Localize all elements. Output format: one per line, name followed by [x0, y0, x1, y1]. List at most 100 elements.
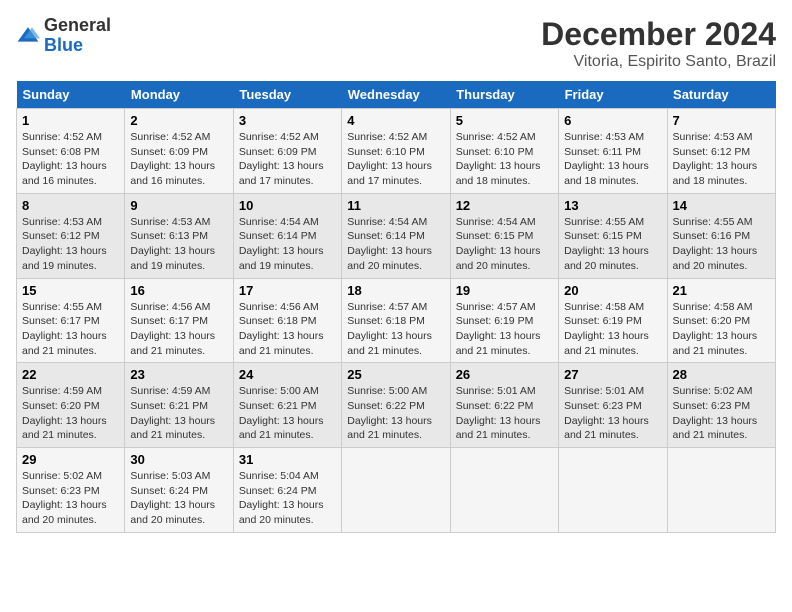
logo-icon: [16, 24, 40, 48]
table-row: 30 Sunrise: 5:03 AM Sunset: 6:24 PM Dayl…: [125, 448, 233, 533]
table-row: 6 Sunrise: 4:53 AM Sunset: 6:11 PM Dayli…: [559, 109, 667, 194]
day-number: 27: [564, 367, 661, 382]
day-info: Sunrise: 4:59 AM Sunset: 6:20 PM Dayligh…: [22, 385, 107, 441]
month-title: December 2024: [541, 16, 776, 53]
day-info: Sunrise: 5:04 AM Sunset: 6:24 PM Dayligh…: [239, 470, 324, 526]
day-info: Sunrise: 5:02 AM Sunset: 6:23 PM Dayligh…: [22, 470, 107, 526]
table-row: 21 Sunrise: 4:58 AM Sunset: 6:20 PM Dayl…: [667, 278, 775, 363]
day-number: 24: [239, 367, 336, 382]
day-info: Sunrise: 4:57 AM Sunset: 6:19 PM Dayligh…: [456, 301, 541, 357]
table-row: 7 Sunrise: 4:53 AM Sunset: 6:12 PM Dayli…: [667, 109, 775, 194]
day-number: 21: [673, 283, 770, 298]
table-row: 11 Sunrise: 4:54 AM Sunset: 6:14 PM Dayl…: [342, 193, 450, 278]
day-info: Sunrise: 4:54 AM Sunset: 6:14 PM Dayligh…: [239, 216, 324, 272]
calendar-header-row: Sunday Monday Tuesday Wednesday Thursday…: [17, 81, 776, 109]
table-row: 22 Sunrise: 4:59 AM Sunset: 6:20 PM Dayl…: [17, 363, 125, 448]
day-info: Sunrise: 4:56 AM Sunset: 6:18 PM Dayligh…: [239, 301, 324, 357]
table-row: 18 Sunrise: 4:57 AM Sunset: 6:18 PM Dayl…: [342, 278, 450, 363]
day-info: Sunrise: 4:56 AM Sunset: 6:17 PM Dayligh…: [130, 301, 215, 357]
table-row: 16 Sunrise: 4:56 AM Sunset: 6:17 PM Dayl…: [125, 278, 233, 363]
table-row: 26 Sunrise: 5:01 AM Sunset: 6:22 PM Dayl…: [450, 363, 558, 448]
day-number: 8: [22, 198, 119, 213]
table-row: [450, 448, 558, 533]
day-number: 18: [347, 283, 444, 298]
location: Vitoria, Espirito Santo, Brazil: [541, 53, 776, 71]
day-number: 6: [564, 113, 661, 128]
table-row: 9 Sunrise: 4:53 AM Sunset: 6:13 PM Dayli…: [125, 193, 233, 278]
calendar-week-row: 22 Sunrise: 4:59 AM Sunset: 6:20 PM Dayl…: [17, 363, 776, 448]
day-info: Sunrise: 4:53 AM Sunset: 6:11 PM Dayligh…: [564, 131, 649, 187]
header-thursday: Thursday: [450, 81, 558, 109]
day-info: Sunrise: 5:00 AM Sunset: 6:21 PM Dayligh…: [239, 385, 324, 441]
table-row: 13 Sunrise: 4:55 AM Sunset: 6:15 PM Dayl…: [559, 193, 667, 278]
day-number: 5: [456, 113, 553, 128]
table-row: 12 Sunrise: 4:54 AM Sunset: 6:15 PM Dayl…: [450, 193, 558, 278]
logo-blue-text: Blue: [44, 35, 83, 55]
table-row: 29 Sunrise: 5:02 AM Sunset: 6:23 PM Dayl…: [17, 448, 125, 533]
day-number: 3: [239, 113, 336, 128]
day-info: Sunrise: 4:57 AM Sunset: 6:18 PM Dayligh…: [347, 301, 432, 357]
day-number: 12: [456, 198, 553, 213]
table-row: 10 Sunrise: 4:54 AM Sunset: 6:14 PM Dayl…: [233, 193, 341, 278]
day-number: 1: [22, 113, 119, 128]
day-info: Sunrise: 4:52 AM Sunset: 6:09 PM Dayligh…: [239, 131, 324, 187]
day-info: Sunrise: 4:54 AM Sunset: 6:14 PM Dayligh…: [347, 216, 432, 272]
table-row: 14 Sunrise: 4:55 AM Sunset: 6:16 PM Dayl…: [667, 193, 775, 278]
table-row: 23 Sunrise: 4:59 AM Sunset: 6:21 PM Dayl…: [125, 363, 233, 448]
day-number: 28: [673, 367, 770, 382]
table-row: 24 Sunrise: 5:00 AM Sunset: 6:21 PM Dayl…: [233, 363, 341, 448]
day-number: 4: [347, 113, 444, 128]
table-row: 27 Sunrise: 5:01 AM Sunset: 6:23 PM Dayl…: [559, 363, 667, 448]
header-wednesday: Wednesday: [342, 81, 450, 109]
header-tuesday: Tuesday: [233, 81, 341, 109]
day-info: Sunrise: 5:01 AM Sunset: 6:22 PM Dayligh…: [456, 385, 541, 441]
table-row: 2 Sunrise: 4:52 AM Sunset: 6:09 PM Dayli…: [125, 109, 233, 194]
table-row: 4 Sunrise: 4:52 AM Sunset: 6:10 PM Dayli…: [342, 109, 450, 194]
day-info: Sunrise: 4:59 AM Sunset: 6:21 PM Dayligh…: [130, 385, 215, 441]
day-number: 31: [239, 452, 336, 467]
day-info: Sunrise: 4:52 AM Sunset: 6:08 PM Dayligh…: [22, 131, 107, 187]
table-row: 3 Sunrise: 4:52 AM Sunset: 6:09 PM Dayli…: [233, 109, 341, 194]
day-info: Sunrise: 4:55 AM Sunset: 6:16 PM Dayligh…: [673, 216, 758, 272]
table-row: 17 Sunrise: 4:56 AM Sunset: 6:18 PM Dayl…: [233, 278, 341, 363]
day-info: Sunrise: 4:52 AM Sunset: 6:09 PM Dayligh…: [130, 131, 215, 187]
day-info: Sunrise: 4:53 AM Sunset: 6:12 PM Dayligh…: [673, 131, 758, 187]
day-number: 22: [22, 367, 119, 382]
table-row: 31 Sunrise: 5:04 AM Sunset: 6:24 PM Dayl…: [233, 448, 341, 533]
table-row: [667, 448, 775, 533]
table-row: [559, 448, 667, 533]
day-number: 16: [130, 283, 227, 298]
day-number: 2: [130, 113, 227, 128]
day-number: 10: [239, 198, 336, 213]
logo-text: General Blue: [44, 16, 111, 56]
day-info: Sunrise: 4:54 AM Sunset: 6:15 PM Dayligh…: [456, 216, 541, 272]
day-number: 26: [456, 367, 553, 382]
day-number: 13: [564, 198, 661, 213]
title-block: December 2024 Vitoria, Espirito Santo, B…: [541, 16, 776, 71]
day-info: Sunrise: 4:55 AM Sunset: 6:15 PM Dayligh…: [564, 216, 649, 272]
day-info: Sunrise: 4:55 AM Sunset: 6:17 PM Dayligh…: [22, 301, 107, 357]
day-info: Sunrise: 4:52 AM Sunset: 6:10 PM Dayligh…: [347, 131, 432, 187]
day-info: Sunrise: 4:53 AM Sunset: 6:12 PM Dayligh…: [22, 216, 107, 272]
day-info: Sunrise: 4:52 AM Sunset: 6:10 PM Dayligh…: [456, 131, 541, 187]
page-header: General Blue December 2024 Vitoria, Espi…: [16, 16, 776, 71]
table-row: 15 Sunrise: 4:55 AM Sunset: 6:17 PM Dayl…: [17, 278, 125, 363]
calendar-week-row: 29 Sunrise: 5:02 AM Sunset: 6:23 PM Dayl…: [17, 448, 776, 533]
calendar-week-row: 15 Sunrise: 4:55 AM Sunset: 6:17 PM Dayl…: [17, 278, 776, 363]
day-info: Sunrise: 4:58 AM Sunset: 6:20 PM Dayligh…: [673, 301, 758, 357]
table-row: 20 Sunrise: 4:58 AM Sunset: 6:19 PM Dayl…: [559, 278, 667, 363]
table-row: 1 Sunrise: 4:52 AM Sunset: 6:08 PM Dayli…: [17, 109, 125, 194]
table-row: 25 Sunrise: 5:00 AM Sunset: 6:22 PM Dayl…: [342, 363, 450, 448]
day-number: 23: [130, 367, 227, 382]
day-number: 7: [673, 113, 770, 128]
logo: General Blue: [16, 16, 111, 56]
day-number: 20: [564, 283, 661, 298]
header-saturday: Saturday: [667, 81, 775, 109]
day-number: 30: [130, 452, 227, 467]
day-info: Sunrise: 4:58 AM Sunset: 6:19 PM Dayligh…: [564, 301, 649, 357]
day-number: 19: [456, 283, 553, 298]
day-number: 17: [239, 283, 336, 298]
table-row: 19 Sunrise: 4:57 AM Sunset: 6:19 PM Dayl…: [450, 278, 558, 363]
calendar-week-row: 8 Sunrise: 4:53 AM Sunset: 6:12 PM Dayli…: [17, 193, 776, 278]
day-info: Sunrise: 5:02 AM Sunset: 6:23 PM Dayligh…: [673, 385, 758, 441]
